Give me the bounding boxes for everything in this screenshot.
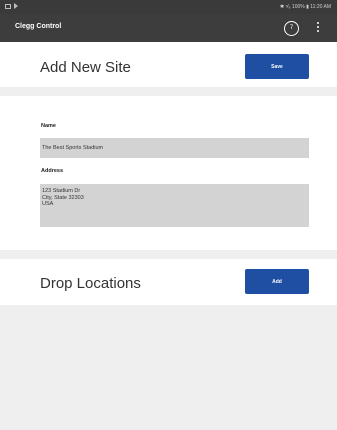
gallery-icon — [5, 3, 11, 9]
notification-count-badge[interactable]: 7 — [284, 21, 299, 36]
address-line: USA — [42, 201, 54, 207]
page-title: Add New Site — [40, 59, 131, 76]
app-title: Clegg Control — [15, 23, 62, 30]
address-field[interactable]: 123 Stadium Dr City, State 32303 USA — [40, 184, 309, 227]
page-header: Add New Site Save — [0, 42, 337, 87]
name-label: Name — [41, 123, 56, 129]
drop-locations-header: Drop Locations Add — [0, 259, 337, 305]
status-bar: ✱ ⁵⁄₆ 100% ▮ 11:20 AM — [0, 0, 337, 14]
site-form: Name The Best Sports Stadium Address 123… — [0, 96, 337, 250]
add-drop-location-button[interactable]: Add — [245, 269, 309, 294]
app-bar: Clegg Control 7 — [0, 14, 337, 42]
more-vert-icon[interactable] — [316, 22, 320, 35]
play-icon — [14, 3, 18, 9]
address-label: Address — [41, 168, 64, 174]
name-field[interactable]: The Best Sports Stadium — [40, 138, 309, 158]
save-button[interactable]: Save — [245, 54, 309, 79]
drop-locations-list — [0, 305, 337, 430]
status-notifications — [5, 3, 18, 9]
section-title: Drop Locations — [40, 275, 141, 292]
status-indicators: ✱ ⁵⁄₆ 100% ▮ 11:20 AM — [280, 4, 331, 10]
